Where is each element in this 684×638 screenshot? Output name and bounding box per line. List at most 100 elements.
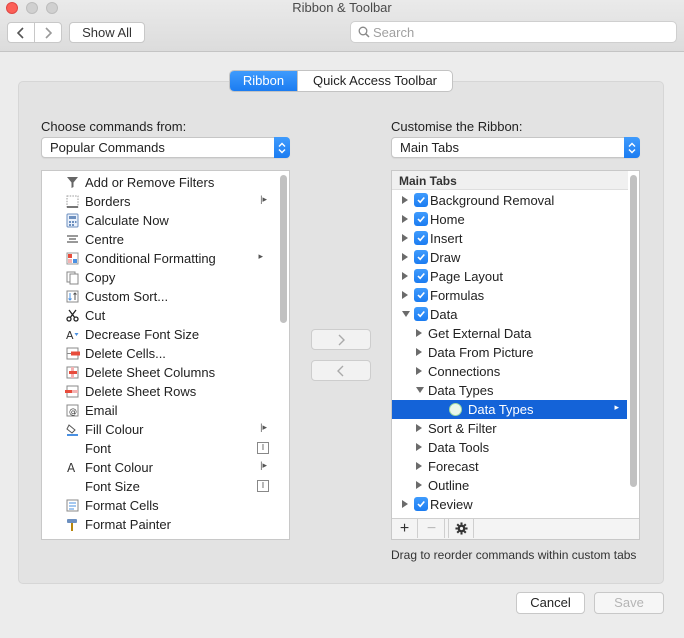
- tree-item[interactable]: Home: [392, 210, 627, 229]
- command-item[interactable]: Format Cells: [42, 496, 289, 515]
- command-item[interactable]: Fill Colour |▸: [42, 420, 289, 439]
- font-colour-icon: A: [67, 461, 76, 475]
- command-item[interactable]: Borders |▸: [42, 192, 289, 211]
- disclosure-right-icon[interactable]: [416, 462, 422, 470]
- tab-checkbox[interactable]: [414, 231, 428, 245]
- tree-scrollbar[interactable]: [630, 175, 637, 487]
- command-item[interactable]: Custom Sort...: [42, 287, 289, 306]
- command-label: Font: [85, 441, 112, 456]
- tree-item[interactable]: Outline: [392, 476, 627, 495]
- calculator-icon: [66, 213, 79, 228]
- command-item[interactable]: Delete Cells...: [42, 344, 289, 363]
- command-item[interactable]: Copy: [42, 268, 289, 287]
- disclosure-right-icon[interactable]: [402, 196, 408, 204]
- tree-item[interactable]: Forecast: [392, 457, 627, 476]
- tree-options-button[interactable]: [448, 519, 474, 538]
- disclosure-right-icon[interactable]: [402, 234, 408, 242]
- search-field[interactable]: [350, 21, 677, 43]
- tree-item[interactable]: Sort & Filter: [392, 419, 627, 438]
- add-tab-button[interactable]: +: [392, 519, 418, 538]
- checkmark-icon: [417, 500, 425, 508]
- ribbon-tabs-dropdown[interactable]: Main Tabs: [391, 137, 640, 158]
- cancel-button[interactable]: Cancel: [516, 592, 585, 614]
- tab-checkbox[interactable]: [414, 212, 428, 226]
- ribbon-tree[interactable]: Main Tabs Background Removal Home Insert Dr…: [391, 170, 640, 540]
- command-label: Delete Sheet Rows: [85, 384, 197, 399]
- command-item[interactable]: @ Email: [42, 401, 289, 420]
- tree-item[interactable]: Draw: [392, 248, 627, 267]
- disclosure-right-icon[interactable]: [416, 348, 422, 356]
- commands-source-dropdown[interactable]: Popular Commands: [41, 137, 290, 158]
- disclosure-right-icon[interactable]: [416, 329, 422, 337]
- tree-item[interactable]: Data Tools: [392, 438, 627, 457]
- disclosure-down-icon[interactable]: [402, 311, 410, 317]
- command-item[interactable]: Conditional Formatting ▸: [42, 249, 289, 268]
- disclosure-down-icon[interactable]: [416, 387, 424, 393]
- command-label: Cut: [85, 308, 106, 323]
- disclosure-right-icon[interactable]: [402, 215, 408, 223]
- command-label: Calculate Now: [85, 213, 169, 228]
- svg-text:A: A: [66, 329, 74, 342]
- tab-ribbon[interactable]: Ribbon: [230, 71, 297, 91]
- command-item[interactable]: Centre: [42, 230, 289, 249]
- tree-item[interactable]: Formulas: [392, 286, 627, 305]
- command-item[interactable]: Font I: [42, 439, 289, 458]
- tree-item[interactable]: Data From Picture: [392, 343, 627, 362]
- commands-list[interactable]: Add or Remove Filters Borders |▸ Calculate …: [41, 170, 290, 540]
- tree-item[interactable]: Get External Data: [392, 324, 627, 343]
- command-item[interactable]: Format Painter: [42, 515, 289, 534]
- tree-item[interactable]: Background Removal: [392, 191, 627, 210]
- tree-item-label: Home: [430, 212, 465, 227]
- back-button[interactable]: [7, 22, 35, 43]
- forward-button[interactable]: [34, 22, 62, 43]
- remove-command-button[interactable]: [311, 360, 371, 381]
- save-button[interactable]: Save: [594, 592, 664, 614]
- checkmark-icon: [417, 253, 425, 261]
- command-item[interactable]: Delete Sheet Rows: [42, 382, 289, 401]
- disclosure-right-icon[interactable]: [402, 253, 408, 261]
- tree-item[interactable]: Insert: [392, 229, 627, 248]
- tab-checkbox[interactable]: [414, 193, 428, 207]
- tab-checkbox[interactable]: [414, 288, 428, 302]
- updown-arrows-icon: [624, 137, 640, 158]
- tree-item[interactable]: ▸ Data Types: [392, 400, 627, 419]
- tab-checkbox[interactable]: [414, 269, 428, 283]
- disclosure-right-icon[interactable]: [402, 272, 408, 280]
- disclosure-right-icon[interactable]: [416, 443, 422, 451]
- command-item[interactable]: Font Size I: [42, 477, 289, 496]
- tree-item[interactable]: Page Layout: [392, 267, 627, 286]
- tree-item-label: Page Layout: [430, 269, 504, 284]
- disclosure-right-icon[interactable]: [402, 291, 408, 299]
- search-input[interactable]: [373, 23, 668, 41]
- tree-item[interactable]: Connections: [392, 362, 627, 381]
- customise-ribbon-label: Customise the Ribbon:: [391, 119, 523, 134]
- command-label: Format Cells: [85, 498, 159, 513]
- combo-box-icon: I: [257, 480, 269, 492]
- command-item[interactable]: A Decrease Font Size: [42, 325, 289, 344]
- command-label: Delete Sheet Columns: [85, 365, 216, 380]
- add-command-button[interactable]: [311, 329, 371, 350]
- tree-item[interactable]: Data Types: [392, 381, 627, 400]
- show-all-button[interactable]: Show All: [69, 22, 145, 43]
- disclosure-right-icon[interactable]: [416, 481, 422, 489]
- title-bar: Ribbon & Toolbar Show All: [0, 0, 684, 52]
- commands-scrollbar[interactable]: [280, 175, 287, 323]
- command-item[interactable]: Cut: [42, 306, 289, 325]
- tree-item[interactable]: Review: [392, 495, 627, 514]
- tree-item-label: Insert: [430, 231, 463, 246]
- disclosure-right-icon[interactable]: [416, 367, 422, 375]
- delete-columns-icon: [66, 366, 79, 379]
- command-item[interactable]: A Font Colour |▸: [42, 458, 289, 477]
- command-label: Custom Sort...: [85, 289, 169, 304]
- tab-checkbox[interactable]: [414, 250, 428, 264]
- tab-checkbox[interactable]: [414, 307, 428, 321]
- tab-checkbox[interactable]: [414, 497, 428, 511]
- disclosure-right-icon[interactable]: [402, 500, 408, 508]
- tree-item[interactable]: Data: [392, 305, 627, 324]
- remove-tab-button[interactable]: −: [419, 519, 445, 538]
- disclosure-right-icon[interactable]: [416, 424, 422, 432]
- command-item[interactable]: Calculate Now: [42, 211, 289, 230]
- command-item[interactable]: Add or Remove Filters: [42, 173, 289, 192]
- tab-quick-access-toolbar[interactable]: Quick Access Toolbar: [297, 71, 452, 91]
- command-item[interactable]: Delete Sheet Columns: [42, 363, 289, 382]
